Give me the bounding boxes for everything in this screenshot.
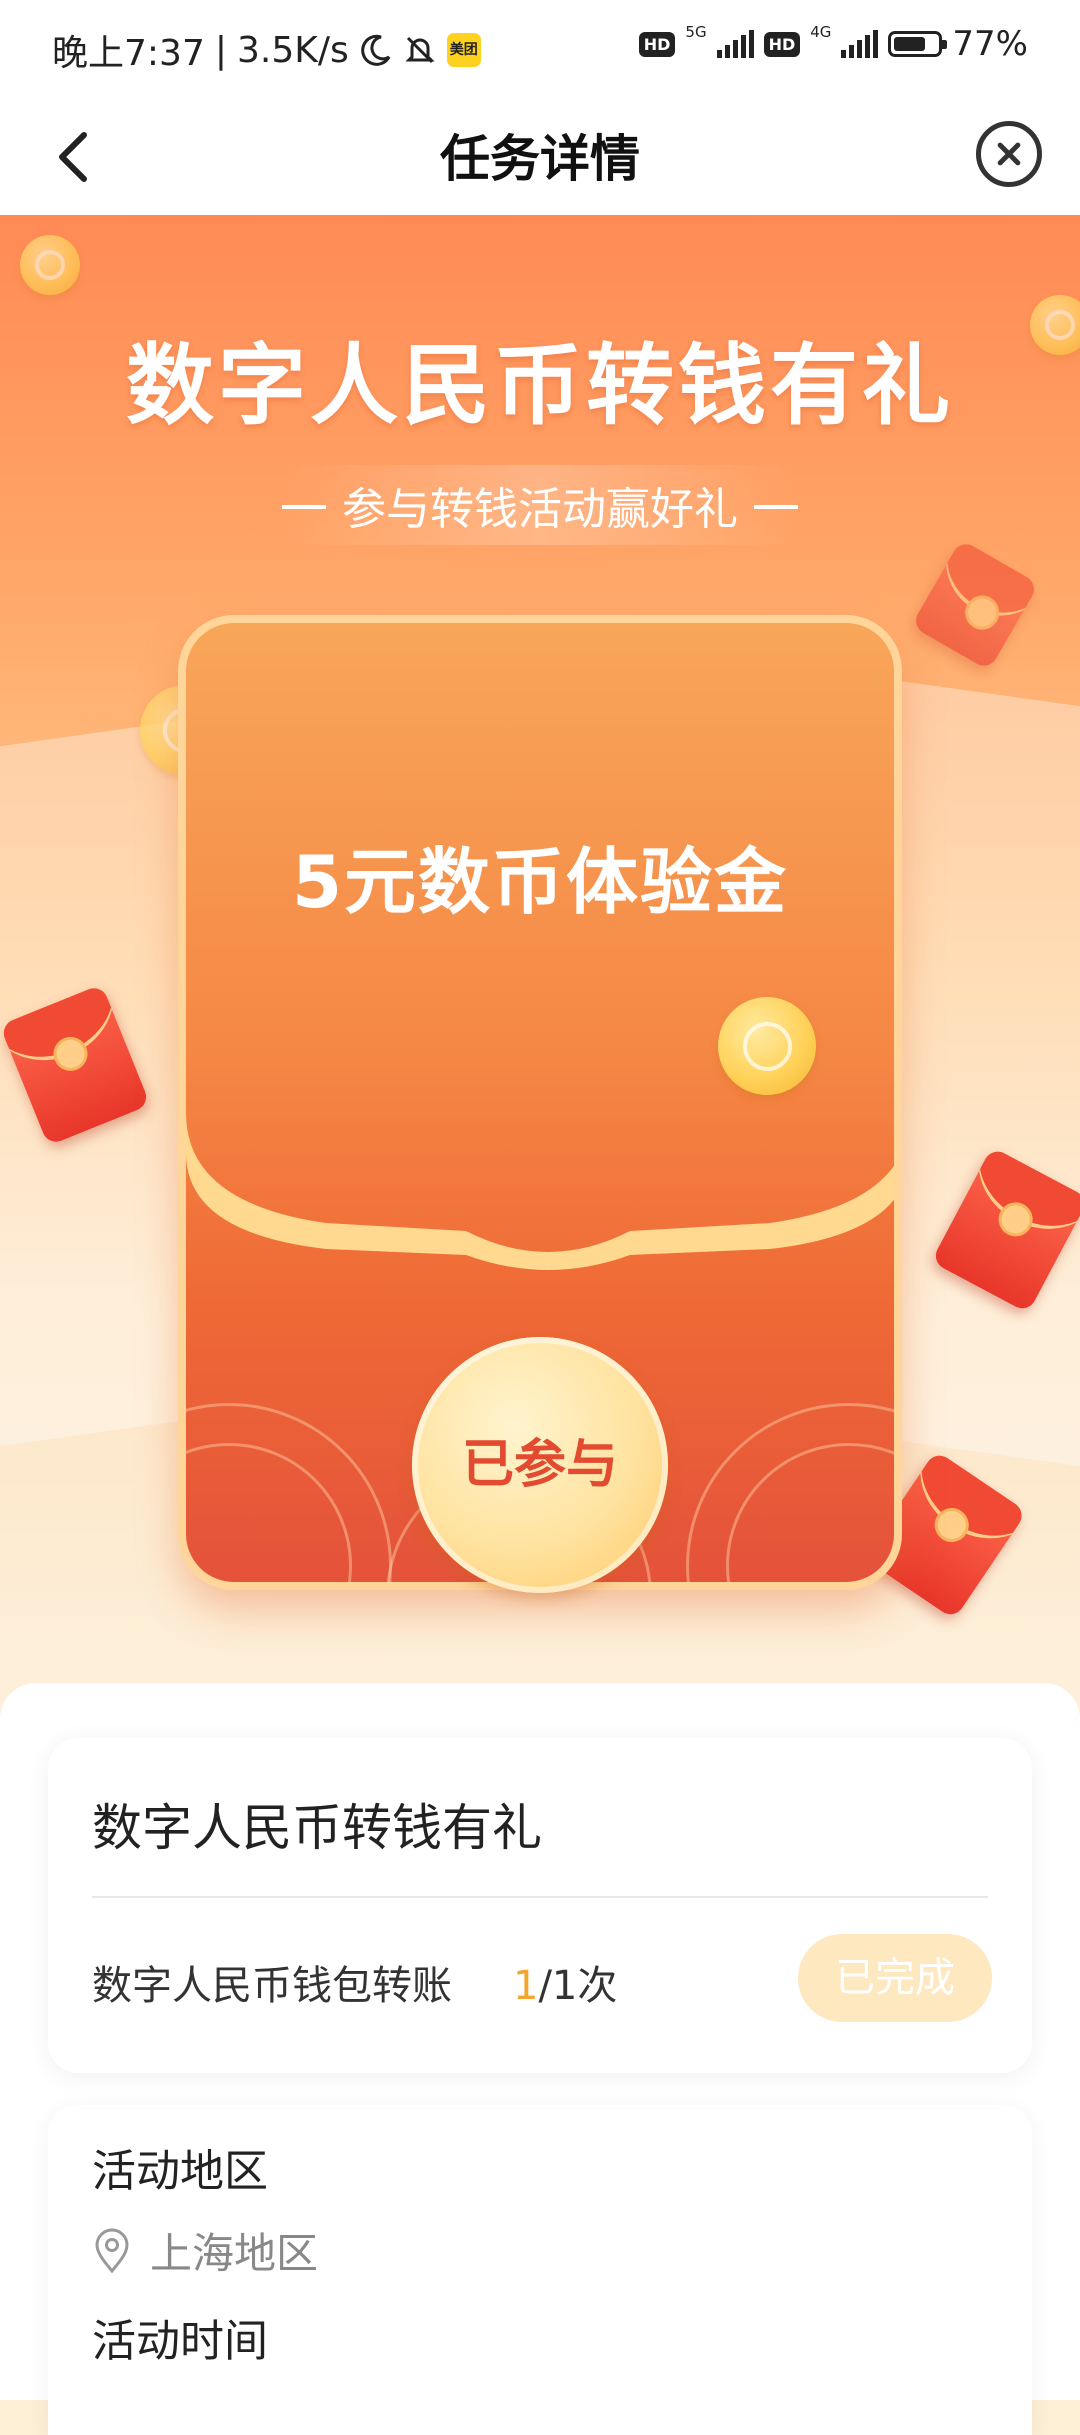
meituan-app-icon: 美团 <box>446 33 481 67</box>
status-speed: 3.5K/s <box>236 29 349 71</box>
task-divider <box>92 1896 988 1898</box>
status-right: HD 5G HD 4G 77% <box>638 23 1028 64</box>
digital-yuan-coin-icon <box>718 997 816 1095</box>
building-decoration-right <box>900 680 1080 1470</box>
network-4g-label: 4G <box>810 23 832 41</box>
hd-badge-1: HD <box>638 31 676 57</box>
region-row: 上海地区 <box>92 2220 318 2281</box>
region-label: 活动地区 <box>92 2146 268 2197</box>
completed-button[interactable]: 已完成 <box>798 1934 992 2022</box>
task-title: 数字人民币转钱有礼 <box>92 1799 542 1857</box>
activity-banner: 数字人民币转钱有礼 参与转钱活动赢好礼 5元数币体验金 已参与 <box>0 215 1080 1720</box>
status-left: 晚上7:37 | 3.5K/s 美团 <box>52 24 481 76</box>
time-label: 活动时间 <box>92 2316 268 2367</box>
signal-icon-1 <box>716 30 754 58</box>
reward-amount: 5元数币体验金 <box>291 840 789 924</box>
activity-info-card: 活动地区 上海地区 活动时间 <box>48 2105 1032 2435</box>
red-packet-decoration-4 <box>911 539 1039 671</box>
status-time: 晚上7:37 <box>52 33 205 74</box>
page-title: 任务详情 <box>440 130 640 188</box>
content-panel: 数字人民币转钱有礼 数字人民币钱包转账 1/1次 已完成 活动地区 上海地区 活… <box>0 1683 1080 2435</box>
task-progress-current: 1 <box>513 1963 539 2009</box>
moon-icon <box>360 34 391 66</box>
status-separator: | <box>214 29 227 71</box>
banner-subtitle: 参与转钱活动赢好礼 <box>0 465 1080 545</box>
battery-icon <box>888 31 948 57</box>
envelope-flap <box>186 1113 894 1270</box>
location-pin-icon <box>95 2228 129 2273</box>
coin-decoration-1 <box>20 235 80 295</box>
joined-status-label: 已参与 <box>461 1435 618 1495</box>
signal-icon-2 <box>841 30 879 58</box>
task-item-label: 数字人民币钱包转账 <box>92 1963 452 2009</box>
banner-subtitle-text: 参与转钱活动赢好礼 <box>282 465 798 545</box>
region-value: 上海地区 <box>150 2229 319 2278</box>
joined-status-button[interactable]: 已参与 <box>412 1337 668 1593</box>
bell-muted-icon <box>405 36 435 64</box>
task-card: 数字人民币转钱有礼 数字人民币钱包转账 1/1次 已完成 <box>48 1738 1032 2073</box>
status-bar: 晚上7:37 | 3.5K/s 美团 HD 5G HD 4G 77% <box>0 0 1080 95</box>
task-progress: 1/1次 <box>513 1953 617 2011</box>
hd-badge-2: HD <box>763 31 801 57</box>
banner-title: 数字人民币转钱有礼 <box>125 334 954 437</box>
network-5g-label: 5G <box>685 23 707 41</box>
task-progress-total: /1次 <box>538 1963 618 2009</box>
battery-fill <box>894 37 926 51</box>
nav-bar: 任务详情 <box>0 95 1080 215</box>
close-button[interactable] <box>976 121 1042 187</box>
battery-percent: 77% <box>952 24 1028 64</box>
